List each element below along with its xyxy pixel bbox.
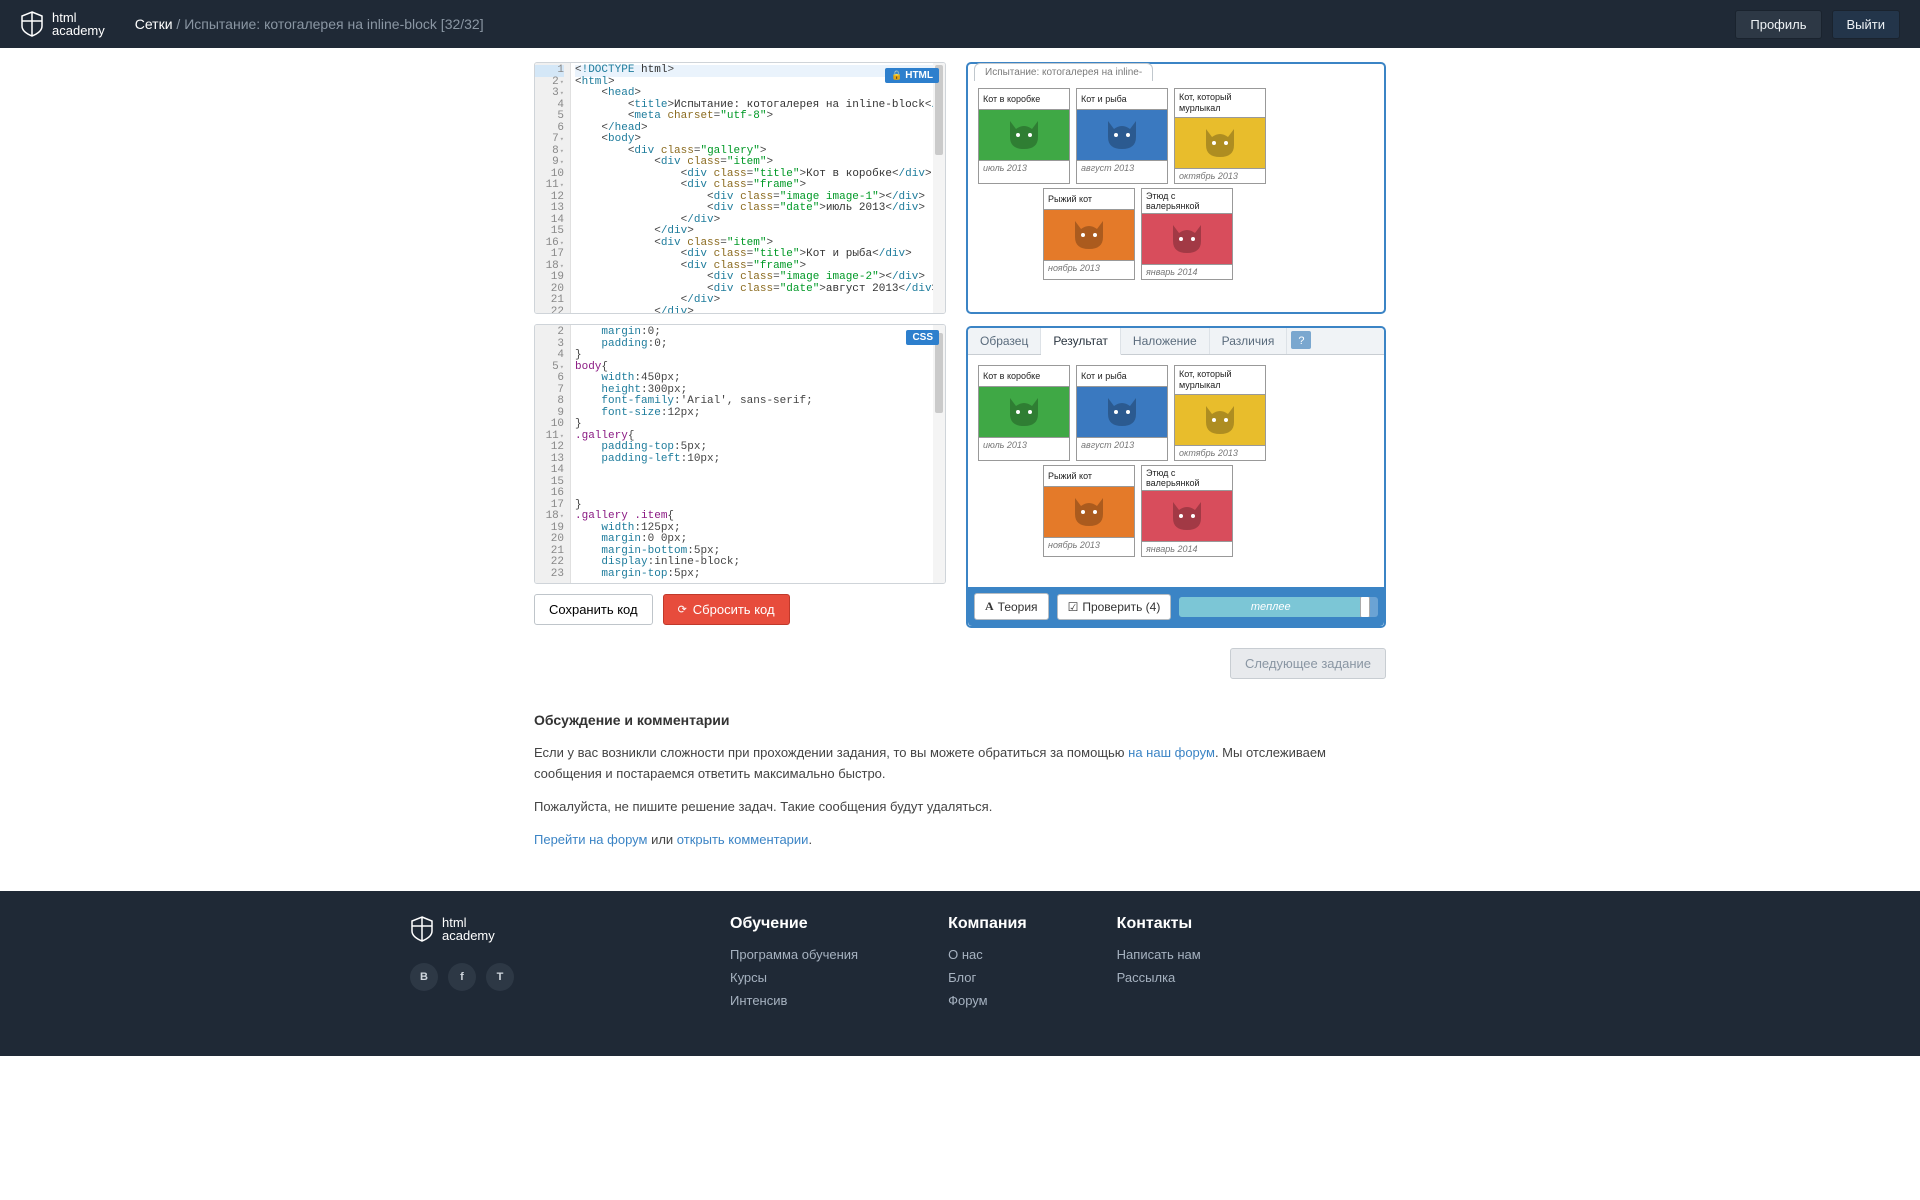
- control-bar: AТеория Проверить (4) теплее: [968, 587, 1384, 626]
- result-tab-1[interactable]: Результат: [1041, 328, 1121, 355]
- breadcrumb-page: Испытание: котогалерея на inline-block […: [184, 16, 483, 32]
- social-icon[interactable]: T: [486, 963, 514, 991]
- preview-title-tab: Испытание: котогалерея на inline-: [974, 63, 1153, 81]
- social-icon[interactable]: f: [448, 963, 476, 991]
- footer-columns: ОбучениеПрограмма обученияКурсыИнтенсивК…: [730, 915, 1201, 1016]
- right-column: Испытание: котогалерея на inline- Кот в …: [966, 62, 1386, 679]
- footer-link[interactable]: Написать нам: [1117, 947, 1201, 962]
- css-editor[interactable]: CSS 234567891011121314151617181920212223…: [534, 324, 946, 584]
- footer-link[interactable]: Курсы: [730, 970, 858, 985]
- discussion-p3: Перейти на форум или открыть комментарии…: [534, 830, 1386, 851]
- footer-col: КонтактыНаписать намРассылка: [1117, 915, 1201, 1016]
- footer-link[interactable]: Интенсив: [730, 993, 858, 1008]
- result-tab-3[interactable]: Различия: [1210, 328, 1288, 354]
- preview-result: Кот в коробкеиюль 2013Кот и рыбаавгуст 2…: [968, 355, 1384, 587]
- lock-icon: 🔒: [891, 70, 902, 81]
- footer-logo-col: htmlacademy ВfT: [410, 915, 610, 1016]
- progress-thumb[interactable]: [1360, 597, 1370, 617]
- progress-bar[interactable]: теплее: [1179, 597, 1378, 617]
- html-editor[interactable]: 🔒HTML 1234567891011121314151617181920212…: [534, 62, 946, 314]
- app-header: html academy Сетки / Испытание: котогале…: [0, 0, 1920, 48]
- discussion-p2: Пожалуйста, не пишите решение задач. Так…: [534, 797, 1386, 818]
- gallery-item: Кот и рыбаавгуст 2013: [1076, 365, 1168, 461]
- reload-icon: ⟳: [678, 603, 687, 616]
- discussion-section: Обсуждение и комментарии Если у вас возн…: [534, 709, 1386, 851]
- css-badge: CSS: [906, 330, 939, 345]
- book-icon: A: [985, 599, 994, 614]
- shield-icon: [20, 10, 44, 38]
- preview-tab-top: Испытание: котогалерея на inline-: [974, 63, 1153, 81]
- footer-col: ОбучениеПрограмма обученияКурсыИнтенсив: [730, 915, 858, 1016]
- logout-button[interactable]: Выйти: [1832, 10, 1901, 39]
- result-tab-2[interactable]: Наложение: [1121, 328, 1210, 354]
- open-comments-link[interactable]: открыть комментарии: [677, 832, 809, 847]
- preview-content: Кот в коробкеиюль 2013Кот и рыбаавгуст 2…: [968, 64, 1384, 290]
- gallery-reference: Кот в коробкеиюль 2013Кот и рыбаавгуст 2…: [978, 88, 1374, 280]
- footer-link[interactable]: Рассылка: [1117, 970, 1201, 985]
- gallery-item: Этюд с валерьянкойянварь 2014: [1141, 188, 1233, 280]
- preview-reference: Испытание: котогалерея на inline- Кот в …: [966, 62, 1386, 314]
- html-badge: 🔒HTML: [885, 68, 939, 83]
- check-icon: [1068, 600, 1079, 614]
- goto-forum-link[interactable]: Перейти на форум: [534, 832, 647, 847]
- result-tabs: ОбразецРезультатНаложениеРазличия?: [968, 328, 1384, 355]
- shield-icon: [410, 915, 434, 943]
- header-right: Профиль Выйти: [1735, 10, 1900, 39]
- theory-button[interactable]: AТеория: [974, 593, 1049, 620]
- gallery-item: Этюд с валерьянкойянварь 2014: [1141, 465, 1233, 557]
- gallery-item: Кот и рыбаавгуст 2013: [1076, 88, 1168, 184]
- footer-link[interactable]: Блог: [948, 970, 1027, 985]
- gallery-item: Кот в коробкеиюль 2013: [978, 88, 1070, 184]
- gallery-item: Кот, который мурлыкалоктябрь 2013: [1174, 365, 1266, 461]
- html-code-area[interactable]: <!DOCTYPE html><html> <head> <title>Испы…: [571, 63, 945, 313]
- check-button[interactable]: Проверить (4): [1057, 594, 1172, 620]
- discussion-p1: Если у вас возникли сложности при прохож…: [534, 743, 1386, 785]
- breadcrumb-root[interactable]: Сетки: [135, 16, 173, 32]
- css-code-area[interactable]: margin:0; padding:0;}body{ width:450px; …: [571, 325, 945, 583]
- forum-link[interactable]: на наш форум: [1128, 745, 1215, 760]
- footer-link[interactable]: Форум: [948, 993, 1027, 1008]
- social-icon[interactable]: В: [410, 963, 438, 991]
- footer-link[interactable]: О нас: [948, 947, 1027, 962]
- gallery-item: Рыжий котноябрь 2013: [1043, 188, 1135, 280]
- gallery-item: Кот, который мурлыкалоктябрь 2013: [1174, 88, 1266, 184]
- logo-text: html academy: [52, 11, 105, 37]
- progress-fill: теплее: [1179, 597, 1362, 617]
- result-tab-0[interactable]: Образец: [968, 328, 1041, 354]
- profile-button[interactable]: Профиль: [1735, 10, 1821, 39]
- breadcrumb: Сетки / Испытание: котогалерея на inline…: [135, 16, 484, 32]
- footer-link[interactable]: Программа обучения: [730, 947, 858, 962]
- social-row: ВfT: [410, 963, 610, 991]
- reset-button[interactable]: ⟳Сбросить код: [663, 594, 790, 625]
- editor-buttons: Сохранить код ⟳Сбросить код: [534, 594, 946, 625]
- main-container: 🔒HTML 1234567891011121314151617181920212…: [272, 48, 1648, 679]
- result-panel: ОбразецРезультатНаложениеРазличия? Кот в…: [966, 326, 1386, 628]
- next-task-button[interactable]: Следующее задание: [1230, 648, 1386, 679]
- scrollbar[interactable]: [933, 325, 945, 583]
- footer-logo[interactable]: htmlacademy: [410, 915, 610, 943]
- css-gutter: 234567891011121314151617181920212223: [535, 325, 571, 583]
- logo[interactable]: html academy: [20, 10, 105, 38]
- gallery-item: Рыжий котноябрь 2013: [1043, 465, 1135, 557]
- footer-col: КомпанияО насБлогФорум: [948, 915, 1027, 1016]
- help-button[interactable]: ?: [1291, 331, 1311, 349]
- gallery-result: Кот в коробкеиюль 2013Кот и рыбаавгуст 2…: [978, 365, 1374, 557]
- header-left: html academy Сетки / Испытание: котогале…: [20, 10, 484, 38]
- gallery-item: Кот в коробкеиюль 2013: [978, 365, 1070, 461]
- footer: htmlacademy ВfT ОбучениеПрограмма обучен…: [0, 891, 1920, 1056]
- scrollbar[interactable]: [933, 63, 945, 313]
- html-gutter: 12345678910111213141516171819202122: [535, 63, 571, 313]
- discussion-heading: Обсуждение и комментарии: [534, 709, 1386, 731]
- footer-inner: htmlacademy ВfT ОбучениеПрограмма обучен…: [410, 915, 1510, 1016]
- left-column: 🔒HTML 1234567891011121314151617181920212…: [534, 62, 946, 679]
- save-button[interactable]: Сохранить код: [534, 594, 653, 625]
